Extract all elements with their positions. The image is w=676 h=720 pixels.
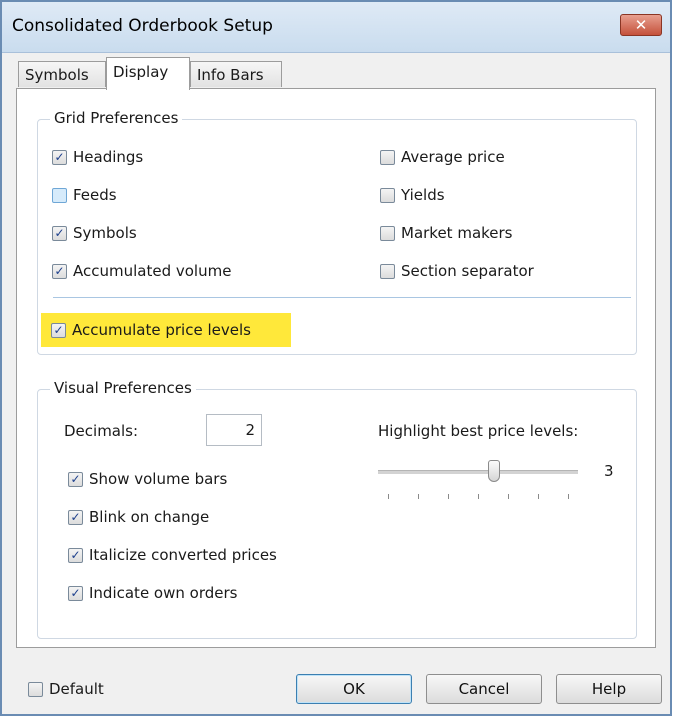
checkbox-italicize-converted-prices[interactable]: ✓ Italicize converted prices: [68, 544, 277, 566]
highlight-best-price-label: Highlight best price levels:: [378, 422, 579, 440]
checkbox-box[interactable]: [380, 263, 395, 279]
slider-tick: [448, 494, 449, 499]
checkbox-box[interactable]: ✓: [51, 322, 66, 338]
decimals-label: Decimals:: [64, 422, 139, 440]
checkbox-accumulated-volume[interactable]: ✓ Accumulated volume: [52, 260, 231, 282]
tab-info-bars[interactable]: Info Bars: [190, 61, 282, 87]
checkbox-box[interactable]: ✓: [68, 547, 83, 563]
visual-preferences-group: Visual Preferences Decimals: 2 Highlight…: [37, 379, 637, 639]
checkbox-average-price[interactable]: Average price: [380, 146, 505, 168]
slider-tick: [568, 494, 569, 499]
checkbox-box[interactable]: [380, 149, 395, 165]
checkbox-feeds[interactable]: Feeds: [52, 184, 117, 206]
highlight-slider-thumb[interactable]: [488, 460, 500, 482]
checkbox-symbols[interactable]: ✓ Symbols: [52, 222, 137, 244]
decimals-input[interactable]: 2: [206, 414, 262, 446]
checkbox-default[interactable]: Default: [28, 678, 104, 700]
checkbox-label: Blink on change: [89, 508, 210, 526]
checkbox-label: Show volume bars: [89, 470, 228, 488]
slider-tick: [508, 494, 509, 499]
checkbox-label: Section separator: [401, 262, 534, 280]
checkbox-box[interactable]: [380, 187, 395, 203]
grid-separator-line: [53, 297, 631, 298]
slider-tick: [538, 494, 539, 499]
checkbox-accumulate-price-levels[interactable]: ✓ Accumulate price levels: [51, 319, 251, 341]
highlight-slider-track[interactable]: [378, 470, 578, 474]
checkbox-label: Indicate own orders: [89, 584, 238, 602]
checkbox-box[interactable]: ✓: [52, 149, 67, 165]
checkbox-label: Accumulate price levels: [72, 321, 251, 339]
visual-preferences-title: Visual Preferences: [50, 379, 196, 397]
checkbox-yields[interactable]: Yields: [380, 184, 445, 206]
checkbox-box[interactable]: [28, 681, 43, 697]
checkbox-label: Feeds: [73, 186, 117, 204]
highlight-value: 3: [604, 462, 614, 480]
close-icon: ✕: [634, 16, 648, 34]
checkbox-label: Market makers: [401, 224, 513, 242]
checkbox-indicate-own-orders[interactable]: ✓ Indicate own orders: [68, 582, 237, 604]
checkbox-box[interactable]: ✓: [52, 225, 67, 241]
checkbox-label: Average price: [401, 148, 505, 166]
checkbox-headings[interactable]: ✓ Headings: [52, 146, 143, 168]
checkbox-market-makers[interactable]: Market makers: [380, 222, 513, 244]
window-title: Consolidated Orderbook Setup: [12, 16, 273, 36]
cancel-button[interactable]: Cancel: [426, 674, 542, 704]
checkbox-label: Headings: [73, 148, 144, 166]
tab-symbols[interactable]: Symbols: [18, 61, 106, 87]
slider-tick: [388, 494, 389, 499]
checkbox-box[interactable]: [380, 225, 395, 241]
slider-tick: [478, 494, 479, 499]
checkbox-box[interactable]: [52, 187, 67, 203]
help-button[interactable]: Help: [556, 674, 662, 704]
checkbox-label: Symbols: [73, 224, 137, 242]
grid-preferences-title: Grid Preferences: [50, 109, 183, 127]
checkbox-box[interactable]: ✓: [68, 471, 83, 487]
checkbox-label: Yields: [401, 186, 445, 204]
dialog-window: Consolidated Orderbook Setup ✕ Symbols D…: [0, 0, 672, 716]
tab-display[interactable]: Display: [106, 57, 190, 90]
checkbox-label: Default: [49, 680, 104, 698]
display-tab-panel: Grid Preferences ✓ Headings Feeds ✓ Symb…: [16, 88, 656, 648]
checkbox-box[interactable]: ✓: [68, 509, 83, 525]
checkbox-label: Accumulated volume: [73, 262, 232, 280]
ok-button[interactable]: OK: [296, 674, 412, 704]
checkbox-show-volume-bars[interactable]: ✓ Show volume bars: [68, 468, 227, 490]
checkbox-blink-on-change[interactable]: ✓ Blink on change: [68, 506, 209, 528]
checkbox-label: Italicize converted prices: [89, 546, 277, 564]
title-bar[interactable]: Consolidated Orderbook Setup ✕: [2, 2, 670, 53]
checkbox-box[interactable]: ✓: [52, 263, 67, 279]
checkbox-section-separator[interactable]: Section separator: [380, 260, 534, 282]
close-button[interactable]: ✕: [620, 14, 662, 36]
slider-tick: [418, 494, 419, 499]
checkbox-box[interactable]: ✓: [68, 585, 83, 601]
